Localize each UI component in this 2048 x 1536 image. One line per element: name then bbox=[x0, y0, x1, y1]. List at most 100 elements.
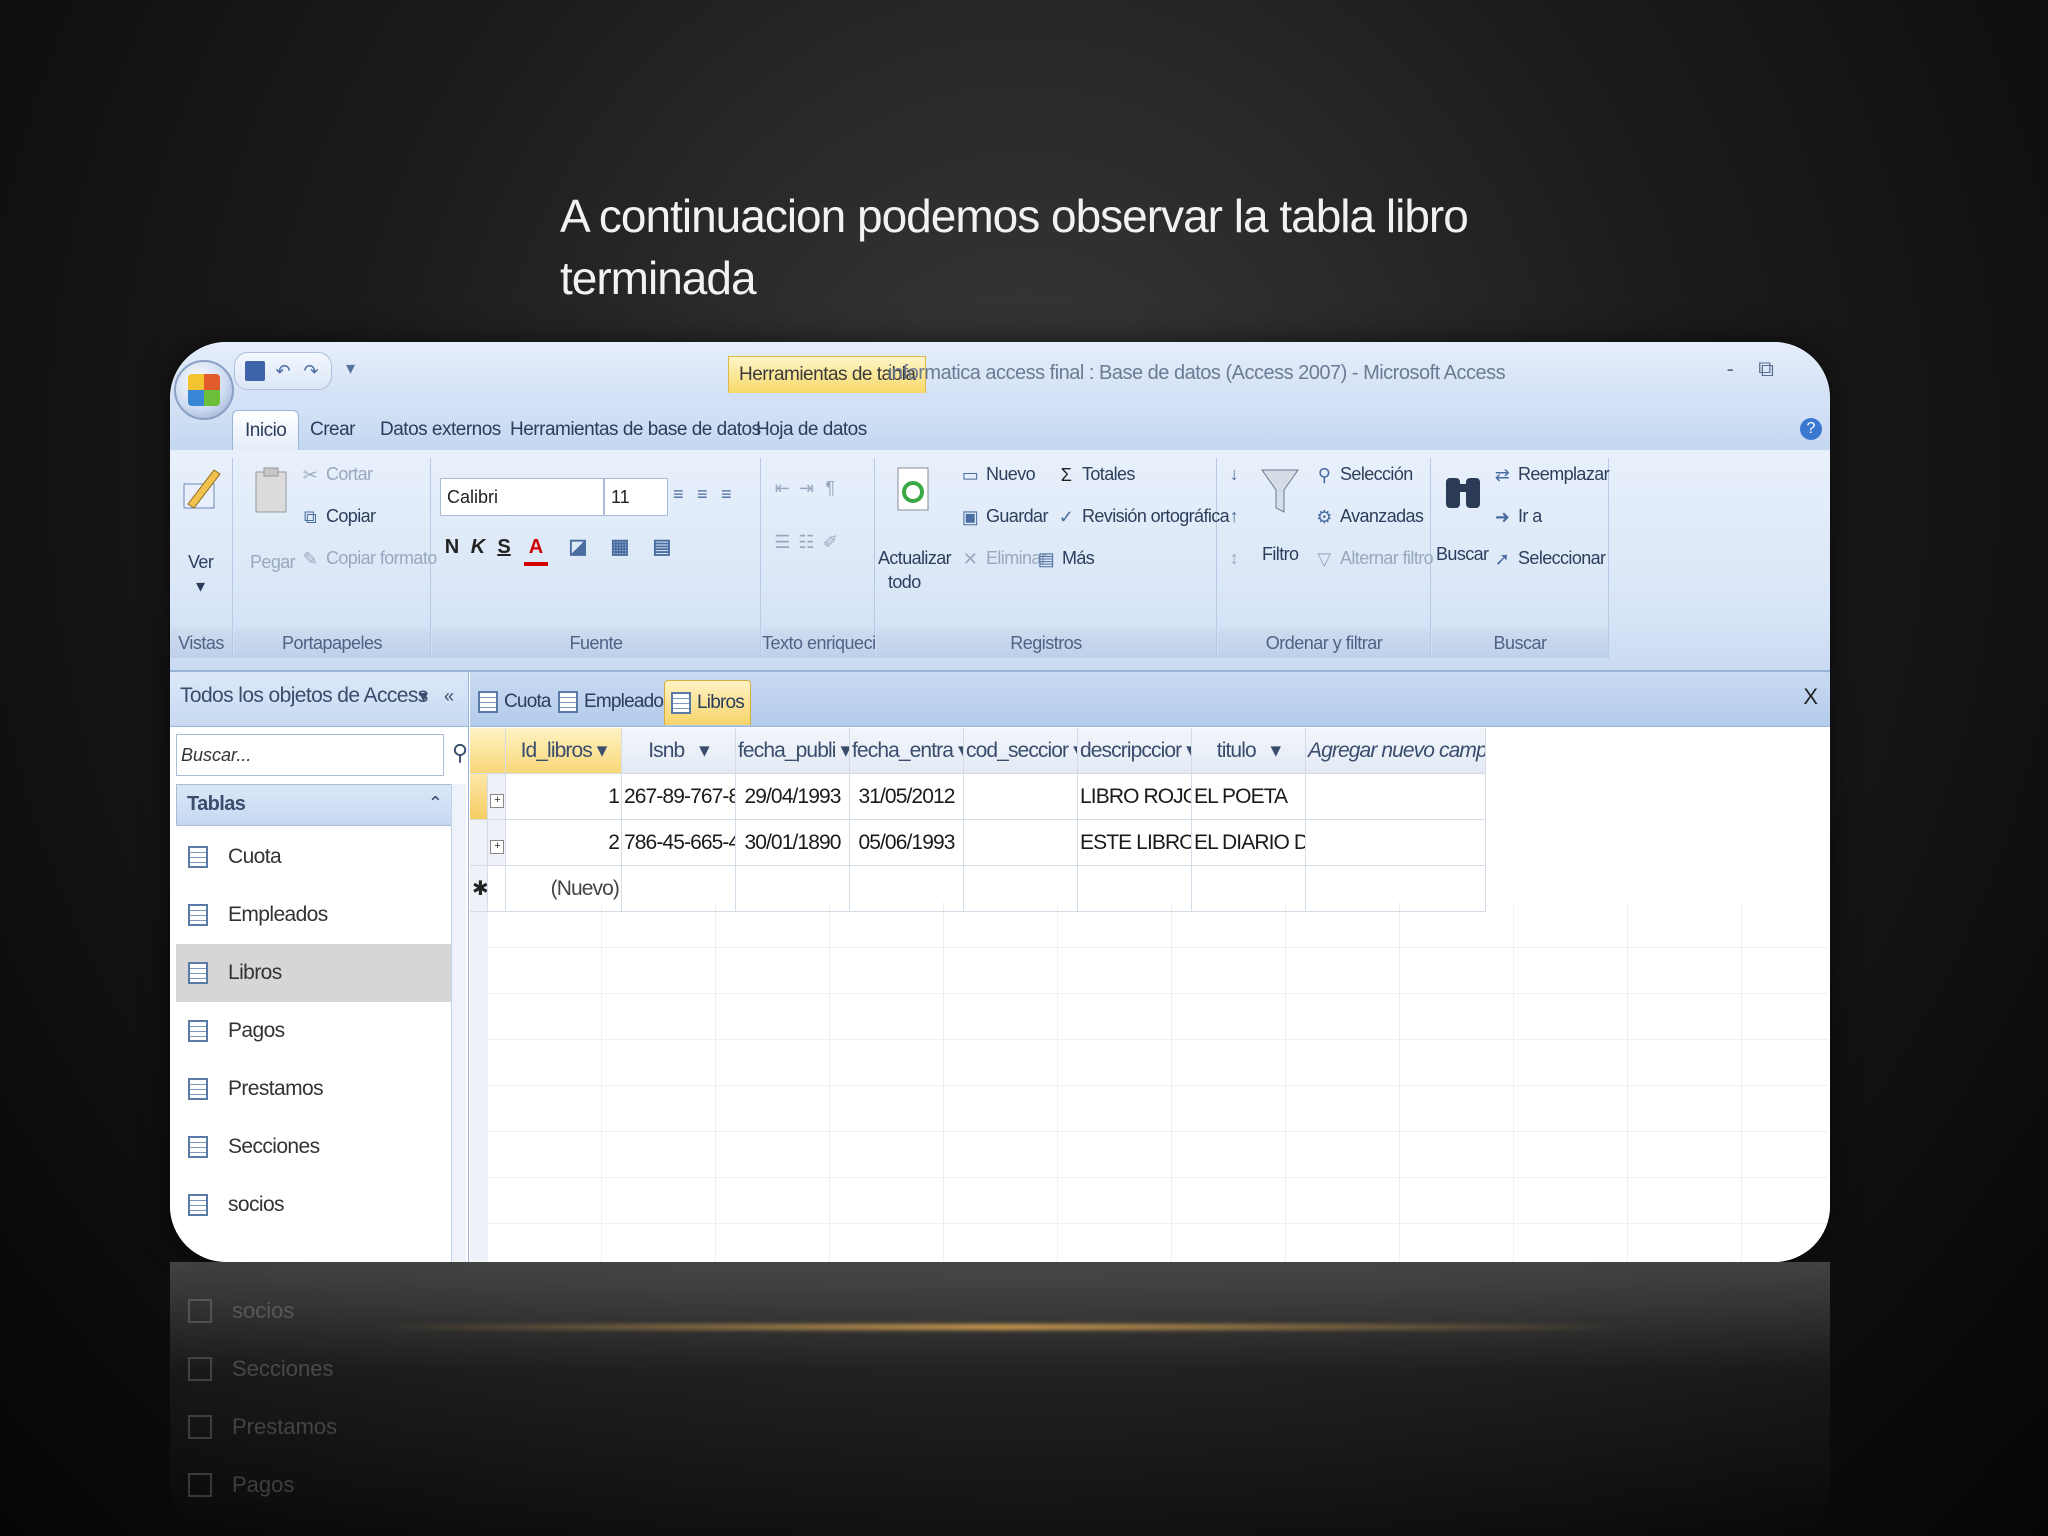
col-header-id-libros[interactable]: Id_libros ▾ bbox=[506, 728, 622, 774]
bullets-icon[interactable]: ☰ bbox=[772, 532, 792, 552]
nav-item-prestamos[interactable]: Prestamos bbox=[176, 1060, 466, 1118]
refresh-icon[interactable] bbox=[892, 464, 936, 518]
search-icon[interactable]: ⚲ bbox=[452, 740, 468, 766]
nav-pane-header[interactable]: Todos los objetos de Access ▾ « bbox=[170, 672, 468, 727]
font-size-select[interactable]: 11 bbox=[604, 478, 668, 516]
bold-button[interactable]: N bbox=[440, 532, 464, 562]
nav-pane-dropdown-icon[interactable]: ▾ bbox=[419, 686, 428, 707]
reemplazar-button[interactable]: ⇄ Reemplazar bbox=[1492, 464, 1610, 485]
cell-titulo[interactable]: EL POETA bbox=[1192, 774, 1306, 820]
mas-button[interactable]: ▤ Más bbox=[1036, 548, 1095, 569]
filter-icon[interactable] bbox=[1258, 464, 1302, 518]
customize-qat-icon[interactable]: ▾ bbox=[346, 358, 355, 379]
pegar-button[interactable]: Pegar bbox=[250, 552, 296, 573]
cell-fecha-publi[interactable]: 29/04/1993 bbox=[736, 774, 850, 820]
ver-button[interactable]: Ver bbox=[188, 552, 214, 573]
nav-scrollbar[interactable] bbox=[451, 784, 466, 1262]
collapse-group-icon[interactable]: ⌃ bbox=[428, 793, 443, 814]
help-icon[interactable]: ? bbox=[1800, 418, 1822, 440]
alternar-filtro-button[interactable]: ▽ Alternar filtro bbox=[1314, 548, 1433, 569]
cell-cod-seccion[interactable] bbox=[964, 820, 1078, 866]
alt-fill-icon[interactable]: ▤ bbox=[650, 532, 674, 562]
cell-new-add-field[interactable] bbox=[1306, 866, 1486, 912]
row-selector[interactable] bbox=[470, 820, 488, 866]
doc-tab-empleados[interactable]: Empleados bbox=[552, 680, 678, 724]
cell-add-field[interactable] bbox=[1306, 774, 1486, 820]
align-center-icon[interactable]: ≡ bbox=[692, 484, 712, 504]
view-icon[interactable] bbox=[180, 464, 224, 518]
cell-isnb[interactable]: 267-89-767-895 bbox=[622, 774, 736, 820]
cell-titulo[interactable]: EL DIARIO DE A bbox=[1192, 820, 1306, 866]
buscar-button[interactable]: Buscar bbox=[1436, 544, 1489, 565]
tab-crear[interactable]: Crear bbox=[310, 410, 356, 450]
totales-button[interactable]: Σ Totales bbox=[1056, 464, 1136, 485]
nav-item-pagos[interactable]: Pagos bbox=[176, 1002, 466, 1060]
restore-button[interactable]: ⧉ bbox=[1758, 356, 1774, 382]
redo-icon[interactable]: ↷ bbox=[301, 361, 321, 381]
col-header-titulo[interactable]: titulo ▾ bbox=[1192, 728, 1306, 774]
col-header-cod-seccion[interactable]: cod_seccior ▾ bbox=[964, 728, 1078, 774]
close-icon[interactable]: X bbox=[1803, 684, 1818, 710]
cortar-button[interactable]: ✂ Cortar bbox=[300, 464, 373, 485]
nav-search-input[interactable]: Buscar... bbox=[176, 734, 444, 776]
underline-button[interactable]: S bbox=[492, 532, 516, 562]
cell-cod-seccion[interactable] bbox=[964, 774, 1078, 820]
row-selector[interactable] bbox=[470, 774, 488, 820]
guardar-button[interactable]: ▣ Guardar bbox=[960, 506, 1049, 527]
italic-button[interactable]: K bbox=[466, 532, 490, 562]
font-name-select[interactable]: Calibri bbox=[440, 478, 604, 516]
cell-new-fecha-entra[interactable] bbox=[850, 866, 964, 912]
tab-inicio[interactable]: Inicio bbox=[232, 410, 300, 451]
seleccion-button[interactable]: ⚲ Selección bbox=[1314, 464, 1414, 485]
cell-new-id[interactable]: (Nuevo) bbox=[506, 866, 622, 912]
cell-id-libros[interactable]: 1 bbox=[506, 774, 622, 820]
nav-item-libros[interactable]: Libros bbox=[176, 944, 466, 1002]
col-header-add-field[interactable]: Agregar nuevo campo bbox=[1306, 728, 1486, 774]
nav-pane-collapse-icon[interactable]: « bbox=[444, 686, 454, 707]
numbering-icon[interactable]: ☷ bbox=[796, 532, 816, 552]
cell-new-descripcion[interactable] bbox=[1078, 866, 1192, 912]
nav-item-socios[interactable]: socios bbox=[176, 1176, 466, 1234]
cell-new-titulo[interactable] bbox=[1192, 866, 1306, 912]
col-header-descripcion[interactable]: descripccior ▾ bbox=[1078, 728, 1192, 774]
filtro-button[interactable]: Filtro bbox=[1262, 544, 1299, 565]
nav-group-tablas[interactable]: Tablas ⌃ bbox=[176, 784, 464, 826]
cell-new-isnb[interactable] bbox=[622, 866, 736, 912]
cell-fecha-entra[interactable]: 05/06/1993 bbox=[850, 820, 964, 866]
cell-add-field[interactable] bbox=[1306, 820, 1486, 866]
clear-sort-icon[interactable]: ↕ bbox=[1224, 548, 1244, 568]
col-header-isnb[interactable]: Isnb ▾ bbox=[622, 728, 736, 774]
fill-color-icon[interactable]: ◪ bbox=[566, 532, 590, 562]
cell-fecha-entra[interactable]: 31/05/2012 bbox=[850, 774, 964, 820]
tab-hoja-de-datos[interactable]: Hoja de datos bbox=[756, 410, 867, 450]
sort-desc-icon[interactable]: ↑ bbox=[1224, 506, 1244, 526]
save-icon[interactable] bbox=[245, 361, 265, 381]
sort-asc-icon[interactable]: ↓ bbox=[1224, 464, 1244, 484]
col-header-fecha-entra[interactable]: fecha_entra ▾ bbox=[850, 728, 964, 774]
tab-herramientas-bd[interactable]: Herramientas de base de datos bbox=[510, 410, 761, 450]
copiar-formato-button[interactable]: ✎ Copiar formato bbox=[300, 548, 438, 569]
new-record-marker[interactable]: ✱ bbox=[470, 866, 488, 912]
actualizar-button[interactable]: Actualizar bbox=[878, 548, 952, 569]
ir-a-button[interactable]: ➜ Ir a bbox=[1492, 506, 1542, 527]
rtl-icon[interactable]: ¶ bbox=[820, 478, 840, 498]
align-left-icon[interactable]: ≡ bbox=[668, 484, 688, 504]
revision-button[interactable]: ✓ Revisión ortográfica bbox=[1056, 506, 1230, 527]
cell-descripcion[interactable]: LIBRO ROJO bbox=[1078, 774, 1192, 820]
doc-tab-cuota[interactable]: Cuota bbox=[472, 680, 557, 724]
binoculars-icon[interactable] bbox=[1442, 464, 1486, 518]
tab-datos-externos[interactable]: Datos externos bbox=[380, 410, 501, 450]
eliminar-button[interactable]: ✕ Eliminar bbox=[960, 548, 1047, 569]
col-header-fecha-publi[interactable]: fecha_publi ▾ bbox=[736, 728, 850, 774]
copiar-button[interactable]: ⧉ Copiar bbox=[300, 506, 376, 527]
nav-item-cuota[interactable]: Cuota bbox=[176, 828, 466, 886]
seleccionar-button[interactable]: ➚ Seleccionar bbox=[1492, 548, 1606, 569]
cell-fecha-publi[interactable]: 30/01/1890 bbox=[736, 820, 850, 866]
undo-icon[interactable]: ↶ bbox=[273, 361, 293, 381]
font-color-icon[interactable]: A bbox=[524, 532, 548, 566]
row-expander[interactable]: + bbox=[488, 774, 506, 820]
ver-dropdown-icon[interactable]: ▾ bbox=[196, 576, 205, 597]
doc-tab-libros[interactable]: Libros bbox=[664, 680, 751, 725]
cell-descripcion[interactable]: ESTE LIBRO ES UN bbox=[1078, 820, 1192, 866]
decrease-indent-icon[interactable]: ⇤ bbox=[772, 478, 792, 498]
